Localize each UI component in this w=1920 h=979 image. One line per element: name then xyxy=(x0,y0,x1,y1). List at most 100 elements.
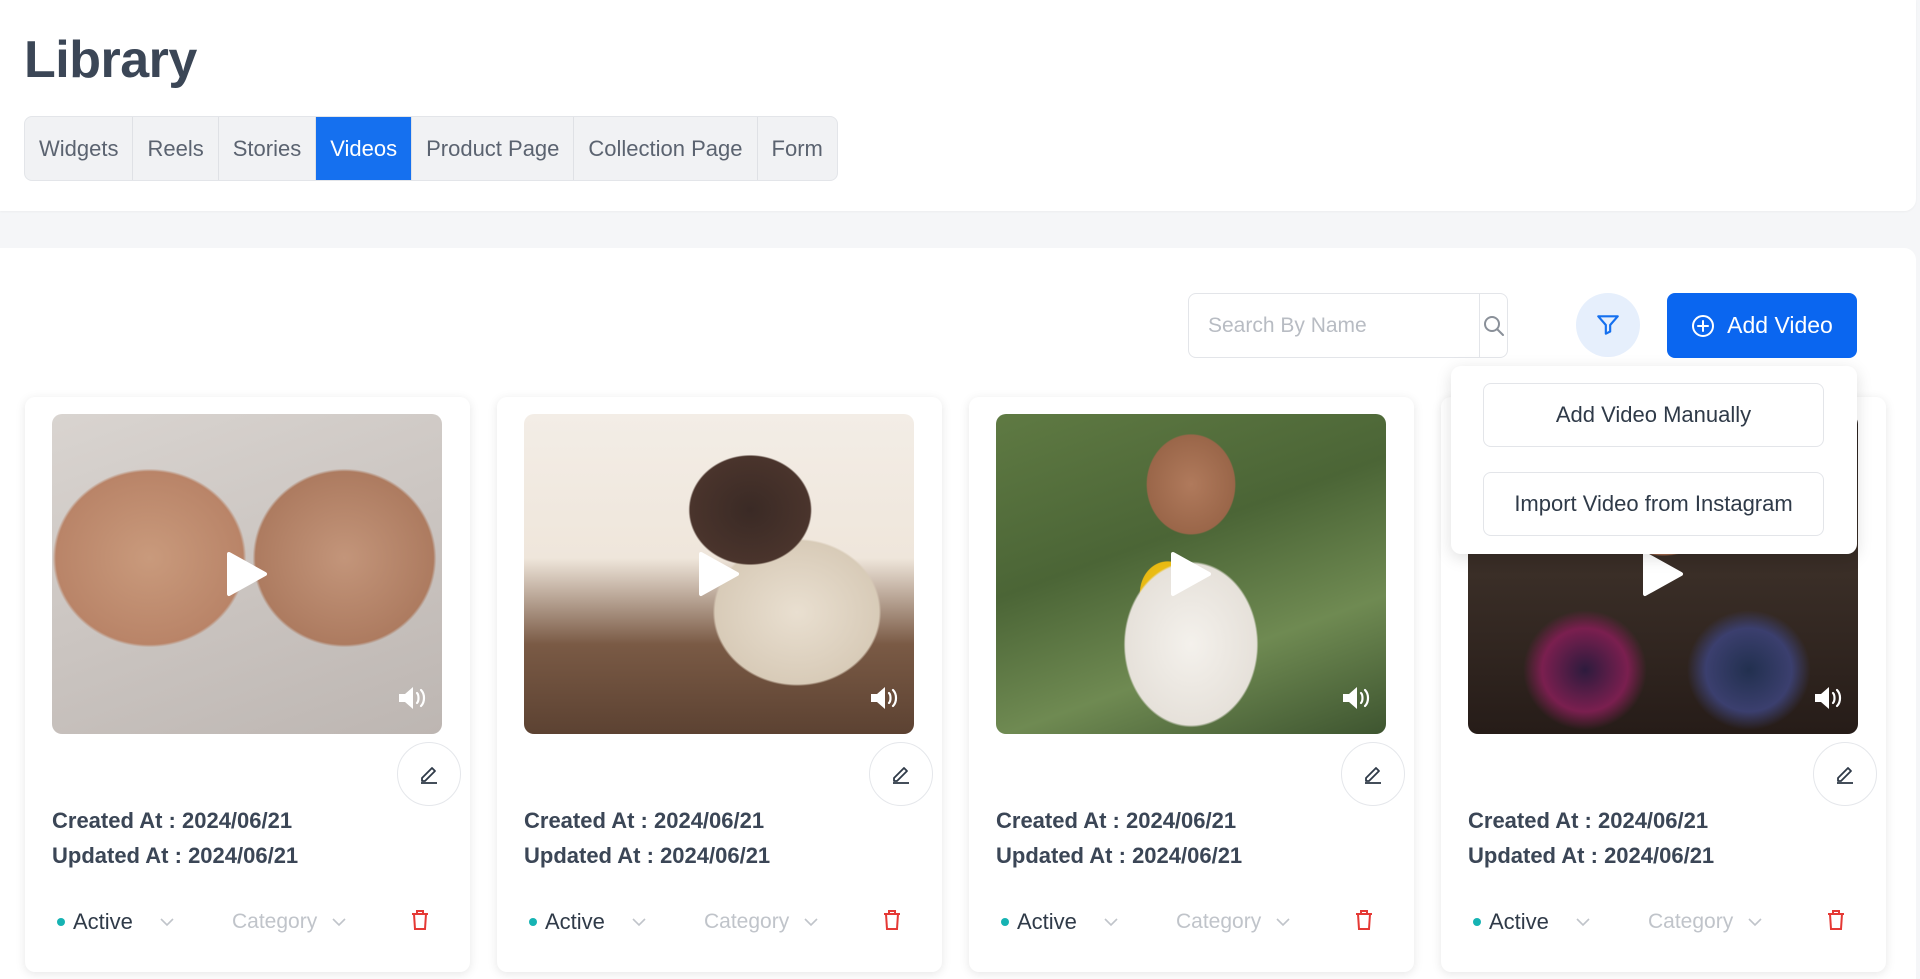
pencil-icon xyxy=(421,767,437,784)
import-from-instagram-option[interactable]: Import Video from Instagram xyxy=(1483,472,1824,536)
add-video-menu: Add Video Manually Import Video from Ins… xyxy=(1451,366,1857,554)
category-dropdown[interactable]: Category xyxy=(1648,907,1763,937)
edit-button[interactable] xyxy=(869,742,933,806)
status-dot-icon xyxy=(1001,918,1009,926)
add-video-label: Add Video xyxy=(1727,312,1833,338)
status-dropdown[interactable]: Active xyxy=(529,907,647,937)
created-at-value: 2024/06/21 xyxy=(653,808,765,833)
play-icon xyxy=(699,552,739,596)
created-at: Created At : 2024/06/21 xyxy=(52,808,292,834)
delete-button[interactable] xyxy=(877,905,907,935)
chevron-down-icon xyxy=(804,918,818,927)
tab-widgets[interactable]: Widgets xyxy=(25,117,134,180)
delete-button[interactable] xyxy=(405,905,435,935)
updated-at-value: 2024/06/21 xyxy=(188,843,299,868)
search-icon xyxy=(1483,315,1504,336)
status-dot-icon xyxy=(57,918,65,926)
category-dropdown[interactable]: Category xyxy=(232,907,347,937)
trash-icon xyxy=(884,910,900,930)
add-video-manually-option[interactable]: Add Video Manually xyxy=(1483,383,1824,447)
volume-icon[interactable] xyxy=(1812,684,1844,712)
chevron-down-icon xyxy=(632,918,646,927)
created-at-value: 2024/06/21 xyxy=(181,808,293,833)
edit-button[interactable] xyxy=(1813,742,1877,806)
updated-at-label: Updated At : xyxy=(524,843,661,868)
updated-at-value: 2024/06/21 xyxy=(1132,843,1243,868)
chevron-down-icon xyxy=(1748,918,1762,927)
updated-at-value: 2024/06/21 xyxy=(1604,843,1715,868)
updated-at-label: Updated At : xyxy=(1468,843,1605,868)
updated-at: Updated At : 2024/06/21 xyxy=(1468,843,1714,869)
trash-icon xyxy=(1828,910,1844,930)
tab-product-page[interactable]: Product Page xyxy=(412,117,575,180)
created-at: Created At : 2024/06/21 xyxy=(524,808,764,834)
search-box xyxy=(1188,293,1508,358)
category-placeholder: Category xyxy=(1176,910,1262,933)
chevron-down-icon xyxy=(332,918,346,927)
updated-at-value: 2024/06/21 xyxy=(660,843,771,868)
updated-at-label: Updated At : xyxy=(996,843,1133,868)
status-label: Active xyxy=(1489,909,1549,934)
category-dropdown[interactable]: Category xyxy=(704,907,819,937)
pencil-icon xyxy=(1837,767,1853,784)
volume-icon[interactable] xyxy=(868,684,900,712)
play-icon xyxy=(1643,552,1683,596)
tab-collection-page[interactable]: Collection Page xyxy=(574,117,758,180)
status-dot-icon xyxy=(1473,918,1481,926)
video-thumbnail[interactable] xyxy=(52,414,442,734)
created-at-label: Created At : xyxy=(1468,808,1598,833)
status-dropdown[interactable]: Active xyxy=(1001,907,1119,937)
video-card: Created At : 2024/06/21 Updated At : 202… xyxy=(969,397,1414,972)
created-at-label: Created At : xyxy=(52,808,182,833)
video-thumbnail[interactable] xyxy=(524,414,914,734)
created-at-label: Created At : xyxy=(524,808,654,833)
tab-videos[interactable]: Videos xyxy=(316,117,413,180)
plus-circle-icon xyxy=(1692,314,1715,337)
filter-icon xyxy=(1597,315,1619,335)
created-at-label: Created At : xyxy=(996,808,1126,833)
updated-at: Updated At : 2024/06/21 xyxy=(996,843,1242,869)
category-placeholder: Category xyxy=(1648,910,1734,933)
page-title: Library xyxy=(24,31,197,89)
delete-button[interactable] xyxy=(1349,905,1379,935)
updated-at-label: Updated At : xyxy=(52,843,189,868)
tab-form[interactable]: Form xyxy=(758,117,837,180)
created-at-value: 2024/06/21 xyxy=(1597,808,1709,833)
status-dropdown[interactable]: Active xyxy=(57,907,175,937)
chevron-down-icon xyxy=(160,918,174,927)
filter-button[interactable] xyxy=(1576,293,1640,357)
category-dropdown[interactable]: Category xyxy=(1176,907,1291,937)
status-label: Active xyxy=(73,909,133,934)
volume-icon[interactable] xyxy=(1340,684,1372,712)
play-icon xyxy=(1171,552,1211,596)
tab-stories[interactable]: Stories xyxy=(219,117,317,180)
video-thumbnail[interactable] xyxy=(996,414,1386,734)
library-tabs: Widgets Reels Stories Videos Product Pag… xyxy=(24,116,838,181)
created-at-value: 2024/06/21 xyxy=(1125,808,1237,833)
add-video-button[interactable]: Add Video xyxy=(1667,293,1857,358)
updated-at: Updated At : 2024/06/21 xyxy=(524,843,770,869)
created-at: Created At : 2024/06/21 xyxy=(1468,808,1708,834)
video-card: Created At : 2024/06/21 Updated At : 202… xyxy=(497,397,942,972)
search-input[interactable] xyxy=(1189,294,1479,357)
edit-button[interactable] xyxy=(1341,742,1405,806)
tab-reels[interactable]: Reels xyxy=(133,117,219,180)
chevron-down-icon xyxy=(1576,918,1590,927)
status-dropdown[interactable]: Active xyxy=(1473,907,1591,937)
category-placeholder: Category xyxy=(232,910,318,933)
trash-icon xyxy=(412,910,428,930)
created-at: Created At : 2024/06/21 xyxy=(996,808,1236,834)
updated-at: Updated At : 2024/06/21 xyxy=(52,843,298,869)
search-button[interactable] xyxy=(1479,294,1507,357)
play-icon xyxy=(227,552,267,596)
volume-icon[interactable] xyxy=(396,684,428,712)
pencil-icon xyxy=(893,767,909,784)
status-label: Active xyxy=(545,909,605,934)
header-panel: Library Widgets Reels Stories Videos Pro… xyxy=(0,0,1916,211)
pencil-icon xyxy=(1365,767,1381,784)
edit-button[interactable] xyxy=(397,742,461,806)
video-card: Created At : 2024/06/21 Updated At : 202… xyxy=(25,397,470,972)
status-dot-icon xyxy=(529,918,537,926)
category-placeholder: Category xyxy=(704,910,790,933)
delete-button[interactable] xyxy=(1821,905,1851,935)
